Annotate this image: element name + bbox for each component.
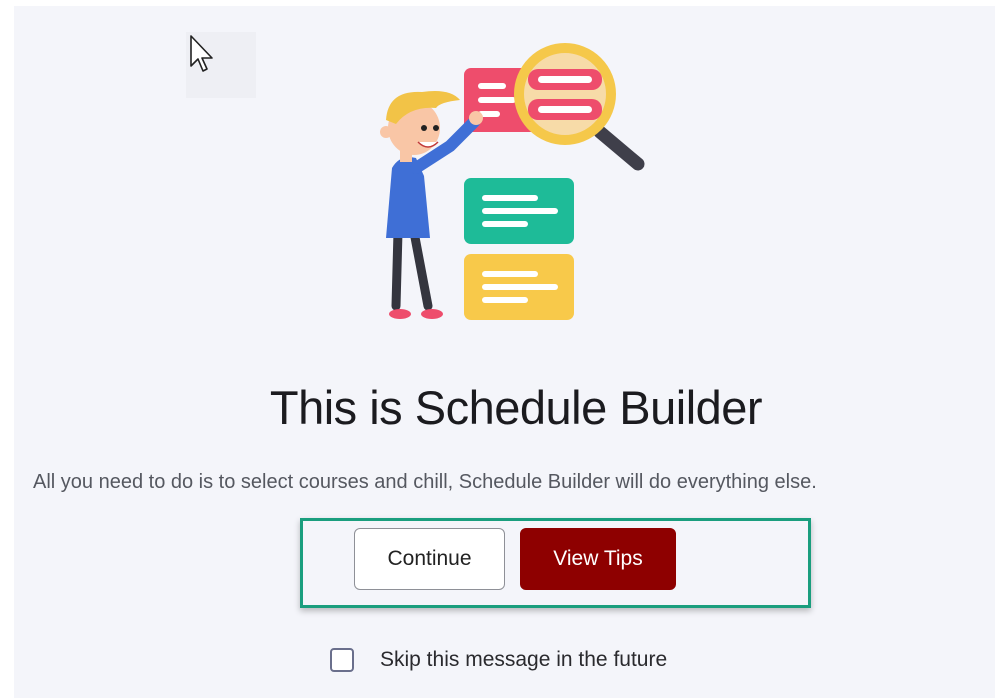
dialog-subtitle: All you need to do is to select courses … [33, 471, 817, 493]
person-with-magnifier-illustration [370, 36, 660, 326]
view-tips-button[interactable]: View Tips [520, 528, 676, 590]
mouse-pointer-icon [186, 32, 256, 98]
dialog-title: This is Schedule Builder [269, 381, 763, 434]
skip-message-checkbox[interactable] [330, 648, 354, 672]
skip-message-row[interactable]: Skip this message in the future [330, 648, 667, 672]
continue-button[interactable]: Continue [354, 528, 505, 590]
skip-message-label[interactable]: Skip this message in the future [380, 648, 667, 672]
